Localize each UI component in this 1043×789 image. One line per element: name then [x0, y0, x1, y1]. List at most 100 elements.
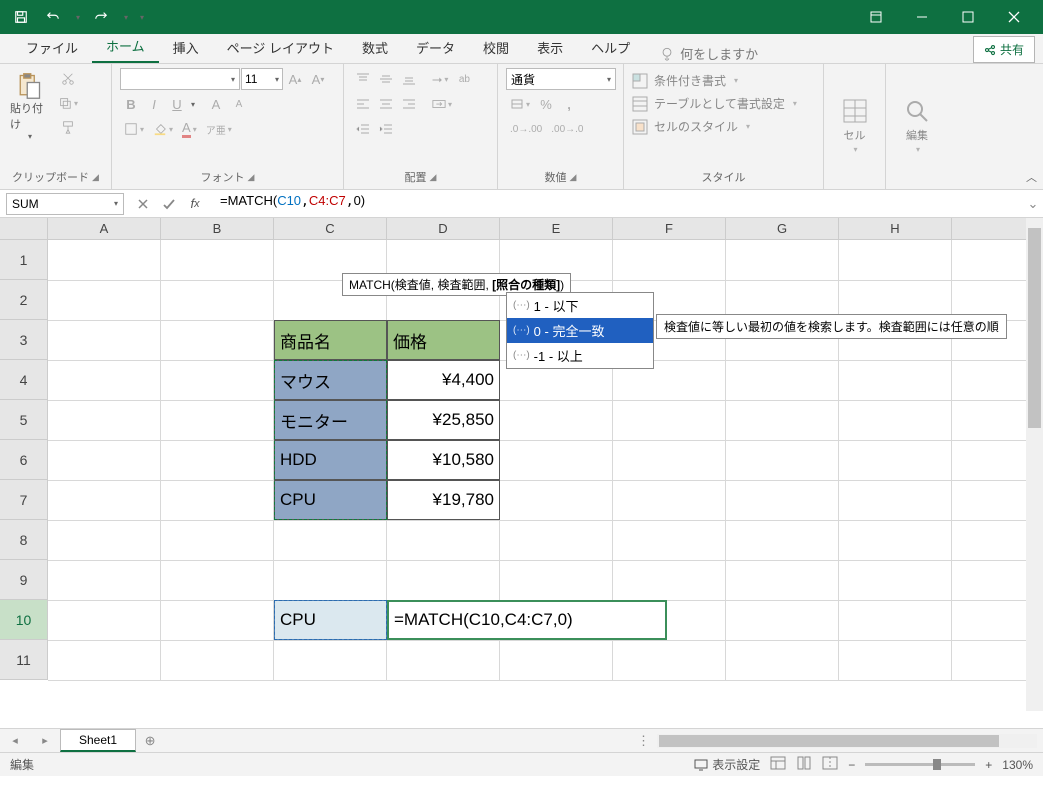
cells-menu-button[interactable]: セル▾ [841, 97, 869, 154]
cell-C4[interactable]: マウス [274, 360, 387, 400]
undo-dropdown[interactable]: ▾ [70, 4, 84, 30]
view-pagelayout-button[interactable] [796, 756, 812, 773]
horizontal-scrollbar[interactable] [657, 734, 1037, 748]
row-5[interactable]: 5 [0, 400, 47, 440]
decrease-decimal-button[interactable]: .00→.0 [547, 118, 587, 140]
tab-help[interactable]: ヘルプ [577, 32, 644, 63]
horizontal-scrollbar-thumb[interactable] [659, 735, 999, 747]
format-painter-button[interactable] [54, 116, 82, 138]
vertical-scrollbar-thumb[interactable] [1028, 228, 1041, 428]
row-6[interactable]: 6 [0, 440, 47, 480]
redo-button[interactable] [86, 4, 116, 30]
tab-home[interactable]: ホーム [92, 30, 159, 63]
font-color-button[interactable]: A▾ [178, 118, 201, 140]
format-as-table-button[interactable]: テーブルとして書式設定▾ [632, 95, 797, 112]
sheet-tab-scroll[interactable]: ⋮ [637, 733, 651, 749]
insert-function-button[interactable]: fx [182, 193, 208, 215]
row-7[interactable]: 7 [0, 480, 47, 520]
select-all-button[interactable] [0, 218, 48, 240]
font-launcher[interactable]: ◢ [248, 172, 255, 183]
increase-indent-button[interactable] [375, 118, 397, 140]
zoom-slider[interactable] [865, 763, 975, 766]
cell-C10[interactable]: CPU [274, 600, 387, 640]
font-combo[interactable]: ▾ [120, 68, 240, 90]
tab-insert[interactable]: 挿入 [159, 32, 213, 63]
view-pagebreak-button[interactable] [822, 756, 838, 773]
increase-decimal-button[interactable]: .0→.00 [506, 118, 546, 140]
col-E[interactable]: E [500, 218, 613, 239]
cell-C3[interactable]: 商品名 [274, 320, 387, 360]
row-3[interactable]: 3 [0, 320, 47, 360]
zoom-in-button[interactable]: + [985, 758, 992, 772]
cell-D7[interactable]: ¥19,780 [387, 480, 500, 520]
maximize-button[interactable] [945, 0, 991, 34]
cell-D4[interactable]: ¥4,400 [387, 360, 500, 400]
cell-D10-active[interactable]: =MATCH(C10,C4:C7,0) [387, 600, 667, 640]
tab-data[interactable]: データ [402, 32, 469, 63]
decrease-font2-button[interactable]: A [228, 93, 250, 115]
tab-pagelayout[interactable]: ページ レイアウト [213, 32, 348, 63]
align-right-button[interactable] [398, 93, 420, 115]
align-launcher[interactable]: ◢ [430, 172, 437, 183]
increase-font-button[interactable]: A▴ [284, 68, 306, 90]
cell-styles-button[interactable]: セルのスタイル▾ [632, 118, 750, 135]
match-option-neg1[interactable]: (⋯)-1 - 以上 [507, 343, 653, 368]
minimize-button[interactable] [899, 0, 945, 34]
cell-D5[interactable]: ¥25,850 [387, 400, 500, 440]
col-B-cells[interactable] [161, 240, 274, 680]
wrap-text-button[interactable]: ab [453, 68, 475, 90]
col-H[interactable]: H [839, 218, 952, 239]
enter-formula-button[interactable] [156, 193, 182, 215]
expand-formula-bar[interactable]: ⌄ [1023, 196, 1043, 212]
accounting-format-button[interactable]: ▾ [506, 93, 534, 115]
row-headers[interactable]: 1 2 3 4 5 6 7 8 9 10 11 [0, 240, 48, 680]
zoom-slider-thumb[interactable] [933, 759, 941, 770]
borders-button[interactable]: ▾ [120, 118, 148, 140]
merge-button[interactable]: ▾ [428, 93, 456, 115]
col-D[interactable]: D [387, 218, 500, 239]
cut-button[interactable] [54, 68, 82, 90]
cancel-formula-button[interactable] [130, 193, 156, 215]
qat-customize[interactable]: ▾ [134, 4, 148, 30]
align-middle-button[interactable] [375, 68, 397, 90]
match-option-0[interactable]: (⋯)0 - 完全一致 [507, 318, 653, 343]
number-launcher[interactable]: ◢ [570, 172, 577, 183]
clipboard-launcher[interactable]: ◢ [92, 172, 99, 183]
collapse-ribbon-button[interactable]: ︿ [1026, 169, 1037, 185]
new-sheet-button[interactable]: ⊕ [136, 733, 164, 749]
row-4[interactable]: 4 [0, 360, 47, 400]
view-normal-button[interactable] [770, 756, 786, 773]
phonetic-button[interactable]: ア亜▾ [202, 118, 236, 140]
col-F[interactable]: F [613, 218, 726, 239]
zoom-out-button[interactable]: − [848, 758, 855, 772]
cell-C7[interactable]: CPU [274, 480, 387, 520]
sheet-nav-prev[interactable]: ◂ [0, 734, 30, 747]
zoom-level[interactable]: 130% [1002, 758, 1033, 772]
tab-view[interactable]: 表示 [523, 32, 577, 63]
orientation-button[interactable]: ⭢▾ [428, 68, 452, 90]
decrease-font-button[interactable]: A▾ [307, 68, 329, 90]
undo-button[interactable] [38, 4, 68, 30]
paste-button[interactable]: 貼り付け ▾ [8, 68, 50, 145]
tab-formulas[interactable]: 数式 [348, 32, 402, 63]
ribbon-display-options[interactable] [853, 0, 899, 34]
share-button[interactable]: 共有 [973, 36, 1035, 63]
col-G-cells[interactable] [726, 240, 839, 680]
col-C[interactable]: C [274, 218, 387, 239]
display-settings-button[interactable]: 表示設定 [694, 756, 760, 773]
redo-dropdown[interactable]: ▾ [118, 4, 132, 30]
cell-D3[interactable]: 価格 [387, 320, 500, 360]
row-11[interactable]: 11 [0, 640, 47, 680]
tab-review[interactable]: 校閲 [469, 32, 523, 63]
tab-file[interactable]: ファイル [12, 32, 92, 63]
number-format-combo[interactable]: 通貨▾ [506, 68, 616, 90]
match-option-1[interactable]: (⋯)1 - 以下 [507, 293, 653, 318]
cell-D6[interactable]: ¥10,580 [387, 440, 500, 480]
align-center-button[interactable] [375, 93, 397, 115]
name-box[interactable]: SUM▾ [6, 193, 124, 215]
editing-menu-button[interactable]: 編集▾ [903, 97, 931, 154]
col-H-cells[interactable] [839, 240, 952, 680]
row-1[interactable]: 1 [0, 240, 47, 280]
sheet-tab-sheet1[interactable]: Sheet1 [60, 729, 136, 752]
align-top-button[interactable] [352, 68, 374, 90]
